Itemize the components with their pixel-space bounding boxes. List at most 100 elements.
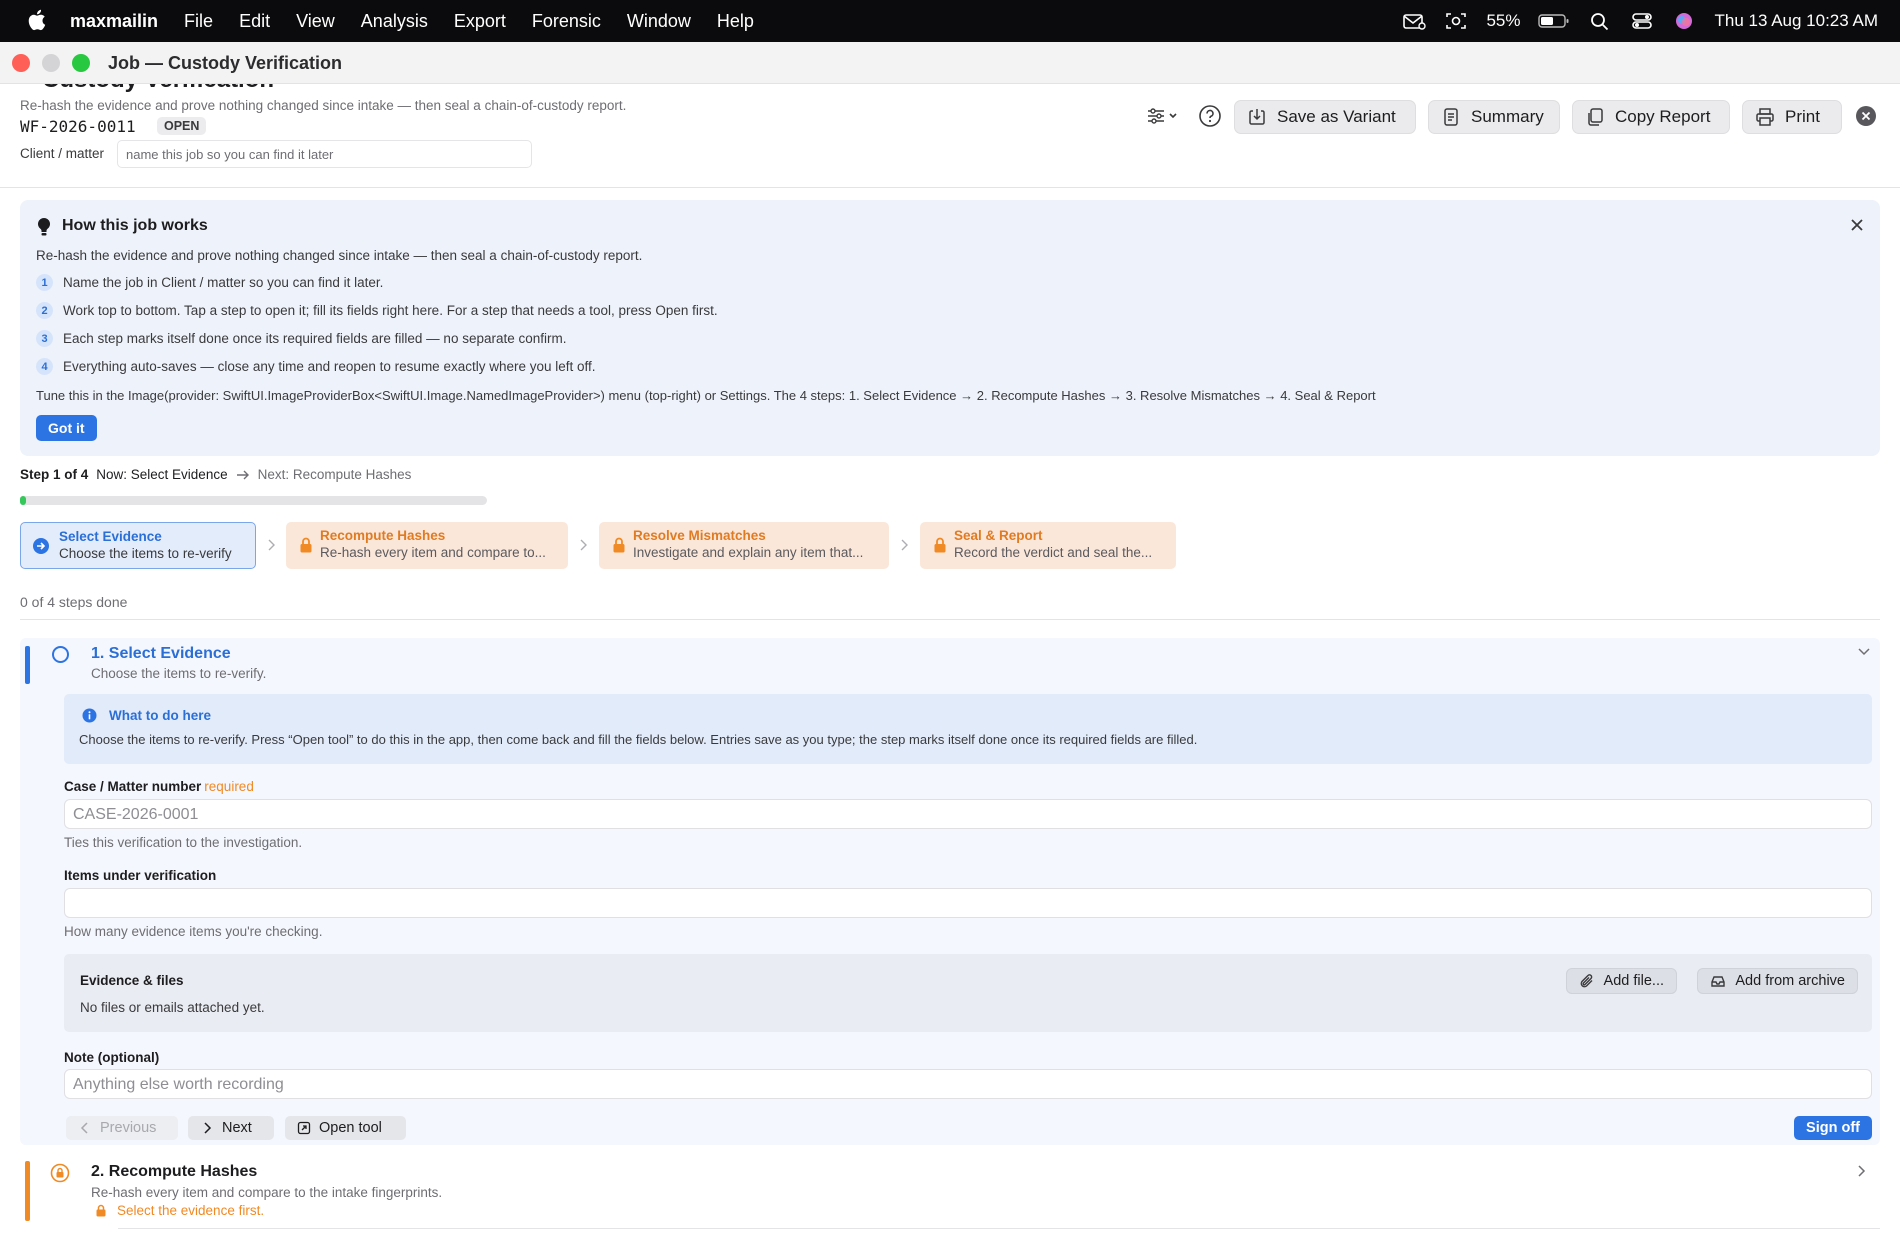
sign-off-button[interactable]: Sign off — [1794, 1116, 1872, 1140]
lock-icon — [934, 537, 946, 553]
menu-edit[interactable]: Edit — [239, 11, 270, 32]
archive-icon — [1711, 976, 1726, 987]
job-id: WF-2026-0011 — [20, 117, 136, 136]
control-center-icon[interactable] — [1630, 11, 1654, 31]
items-under-verification-label: Items under verification — [64, 868, 217, 883]
paperclip-icon — [1580, 974, 1593, 988]
warning-text: Select the evidence first. — [117, 1203, 265, 1218]
battery-icon[interactable] — [1538, 13, 1570, 29]
apple-icon[interactable] — [26, 8, 46, 32]
summary-button[interactable]: Summary — [1428, 100, 1560, 134]
summary-icon — [1444, 108, 1458, 126]
info-icon — [82, 708, 97, 723]
copy-report-label: Copy Report — [1615, 107, 1711, 126]
add-file-button[interactable]: Add file... — [1565, 968, 1677, 994]
options-menu-icon[interactable] — [1146, 106, 1180, 126]
close-window-button[interactable] — [12, 54, 30, 72]
step-title[interactable]: 1. Select Evidence — [91, 645, 231, 663]
how-step-3: 3 Each step marks itself done once its re… — [36, 330, 567, 347]
menu-forensic[interactable]: Forensic — [532, 11, 601, 32]
stepcard-resolve-mismatches[interactable]: Resolve Mismatches Investigate and expla… — [599, 522, 889, 569]
screenshot-icon[interactable] — [1444, 11, 1468, 31]
step-indicator: Step 1 of 4 Now: Select Evidence Next: R… — [20, 467, 411, 482]
menubar-clock[interactable]: Thu 13 Aug 10:23 AM — [1714, 11, 1878, 31]
required-tag: required — [204, 779, 254, 794]
zoom-window-button[interactable] — [72, 54, 90, 72]
lightbulb-icon — [37, 217, 51, 236]
step-status-circle[interactable] — [52, 646, 69, 663]
chevron-right-icon — [268, 539, 275, 551]
what-to-do-box: What to do here Choose the items to re-v… — [64, 694, 1872, 764]
stepcard-title: Seal & Report — [954, 528, 1043, 543]
save-as-variant-button[interactable]: Save as Variant — [1234, 100, 1416, 134]
arrow-circle-icon — [33, 538, 49, 554]
evidence-empty-text: No files or emails attached yet. — [80, 1000, 265, 1015]
spotlight-search-icon[interactable] — [1588, 11, 1612, 31]
menu-window[interactable]: Window — [627, 11, 691, 32]
page-subtitle: Re-hash the evidence and prove nothing c… — [20, 98, 627, 113]
menu-analysis[interactable]: Analysis — [361, 11, 428, 32]
next-button[interactable]: Next — [188, 1116, 274, 1140]
how-it-works-intro: Re-hash the evidence and prove nothing c… — [36, 248, 643, 263]
step-title[interactable]: 2. Recompute Hashes — [91, 1163, 257, 1181]
how-step-text: Name the job in Client / matter so you c… — [63, 275, 384, 290]
summary-label: Summary — [1471, 107, 1544, 126]
close-job-icon[interactable] — [1855, 105, 1877, 127]
help-icon[interactable] — [1198, 104, 1222, 128]
close-icon[interactable] — [1848, 216, 1866, 234]
menu-export[interactable]: Export — [454, 11, 506, 32]
case-number-input[interactable]: CASE-2026-0001 — [64, 799, 1872, 829]
how-step-2: 2 Work top to bottom. Tap a step to open … — [36, 302, 718, 319]
step-number: 4 — [36, 358, 53, 375]
window-title-bar: Job — Custody Verification — [0, 42, 1900, 84]
save-variant-icon — [1249, 109, 1265, 125]
menu-file[interactable]: File — [184, 11, 213, 32]
add-from-archive-button[interactable]: Add from archive — [1697, 968, 1858, 994]
client-matter-label: Client / matter — [20, 146, 105, 161]
step-number: 2 — [36, 302, 53, 319]
how-step-4: 4 Everything auto-saves — close any time … — [36, 358, 596, 375]
siri-icon[interactable] — [1672, 11, 1696, 31]
menu-help[interactable]: Help — [717, 11, 754, 32]
copy-report-button[interactable]: Copy Report — [1572, 100, 1730, 134]
open-tool-button[interactable]: Open tool — [285, 1116, 406, 1140]
stepcard-desc: Re-hash every item and compare to... — [320, 545, 546, 560]
print-button[interactable]: Print — [1742, 100, 1842, 134]
note-input[interactable]: Anything else worth recording — [64, 1069, 1872, 1099]
stepcard-seal-report[interactable]: Seal & Report Record the verdict and sea… — [920, 522, 1176, 569]
print-label: Print — [1785, 107, 1820, 126]
items-under-verification-input[interactable] — [64, 888, 1872, 918]
menu-app-name[interactable]: maxmailin — [70, 11, 158, 32]
chevron-right-icon — [204, 1122, 212, 1134]
stepcard-recompute-hashes[interactable]: Recompute Hashes Re-hash every item and … — [286, 522, 568, 569]
case-number-help: Ties this verification to the investigat… — [64, 835, 303, 850]
lock-icon — [300, 537, 312, 553]
step-recompute-hashes[interactable]: 2. Recompute Hashes Re-hash every item a… — [20, 1155, 1880, 1230]
how-step-text: Each step marks itself done once its req… — [63, 331, 567, 346]
step-select-evidence: 1. Select Evidence Choose the items to r… — [20, 638, 1880, 1145]
previous-button[interactable]: Previous — [66, 1116, 178, 1140]
step-accent-bar — [25, 1161, 30, 1221]
chevron-down-icon[interactable] — [1856, 643, 1872, 659]
copy-report-icon — [1588, 108, 1603, 126]
tune-hint: Tune this in the Image(provider: SwiftUI… — [36, 388, 1376, 403]
client-matter-input[interactable]: name this job so you can find it later — [117, 140, 532, 168]
stepcard-desc: Choose the items to re-verify — [59, 546, 232, 561]
page-title: Custody Verification — [20, 84, 274, 94]
menu-view[interactable]: View — [296, 11, 335, 32]
minimize-window-button[interactable] — [42, 54, 60, 72]
battery-percent: 55% — [1486, 11, 1521, 30]
add-file-label: Add file... — [1603, 973, 1664, 989]
chevron-right-icon[interactable] — [1856, 1163, 1868, 1179]
chevron-right-icon — [901, 539, 908, 551]
step-locked-warning: Select the evidence first. — [95, 1203, 264, 1218]
step-number: 3 — [36, 330, 53, 347]
step-description: Choose the items to re-verify. — [91, 666, 267, 681]
mail-status-icon[interactable] — [1402, 11, 1427, 31]
printer-icon — [1756, 108, 1774, 126]
step-number: 1 — [36, 274, 53, 291]
got-it-button[interactable]: Got it — [36, 415, 97, 441]
lock-icon — [96, 1204, 106, 1217]
next-label: Next — [222, 1120, 252, 1136]
stepcard-select-evidence[interactable]: Select Evidence Choose the items to re-v… — [20, 522, 256, 569]
